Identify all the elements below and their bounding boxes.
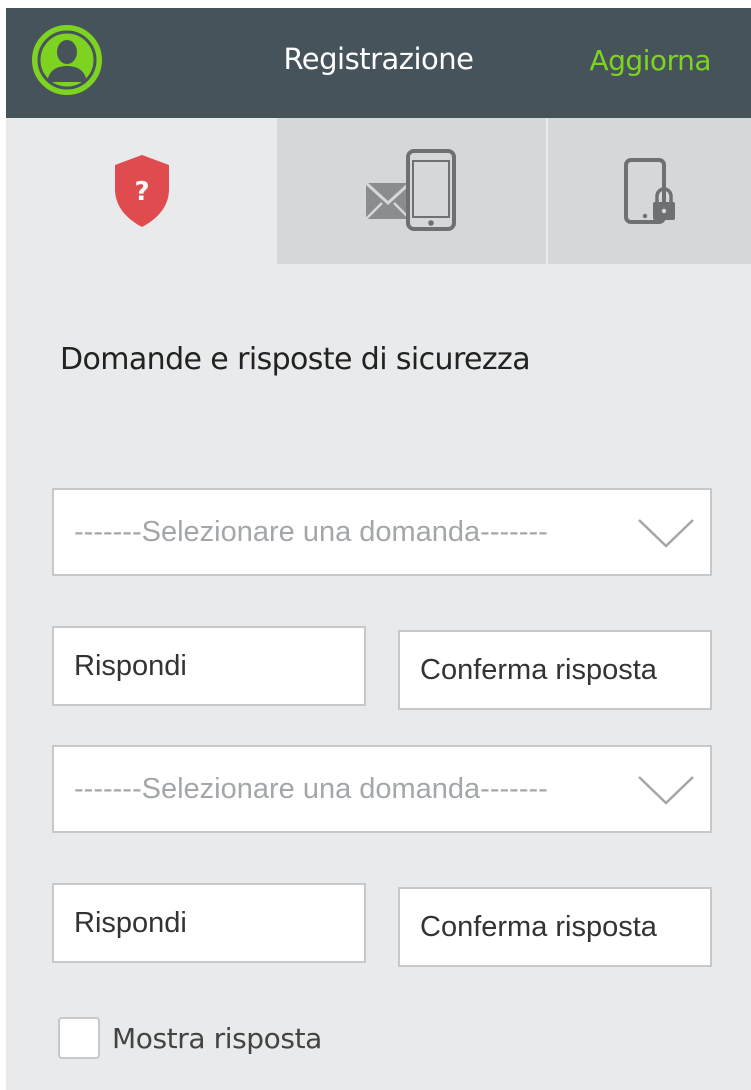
- registration-panel: Registrazione Aggiorna ? Domande e rispo…: [6, 8, 751, 1090]
- question-select-placeholder: -------Selezionare una domanda-------: [74, 773, 548, 805]
- phone-lock-icon: [623, 158, 675, 224]
- chevron-down-icon: [638, 519, 694, 548]
- question-select-1[interactable]: -------Selezionare una domanda-------: [52, 488, 712, 576]
- section-title: Domande e risposte di sicurezza: [60, 342, 531, 377]
- confirm-answer-field-1[interactable]: Conferma risposta: [398, 630, 712, 710]
- answer-field-2[interactable]: Rispondi: [52, 883, 366, 963]
- show-answer-label: Mostra risposta: [112, 1021, 322, 1055]
- show-answer-toggle[interactable]: Mostra risposta: [58, 1017, 322, 1059]
- tab-phone-lock[interactable]: [548, 118, 751, 264]
- tab-security-questions[interactable]: ?: [6, 118, 277, 264]
- refresh-link[interactable]: Aggiorna: [589, 44, 711, 77]
- security-question-shield-icon: ?: [114, 155, 169, 227]
- svg-text:?: ?: [134, 177, 149, 207]
- show-answer-checkbox[interactable]: [58, 1017, 100, 1059]
- confirm-answer-field-2[interactable]: Conferma risposta: [398, 887, 712, 967]
- header-bar: Registrazione Aggiorna: [6, 8, 751, 118]
- chevron-down-icon: [638, 776, 694, 805]
- step-tabs: ?: [6, 118, 751, 264]
- answer-field-1[interactable]: Rispondi: [52, 626, 366, 706]
- tab-email-phone[interactable]: [277, 118, 546, 264]
- email-phone-icon: [364, 149, 456, 231]
- question-select-2[interactable]: -------Selezionare una domanda-------: [52, 745, 712, 833]
- question-select-placeholder: -------Selezionare una domanda-------: [74, 516, 548, 548]
